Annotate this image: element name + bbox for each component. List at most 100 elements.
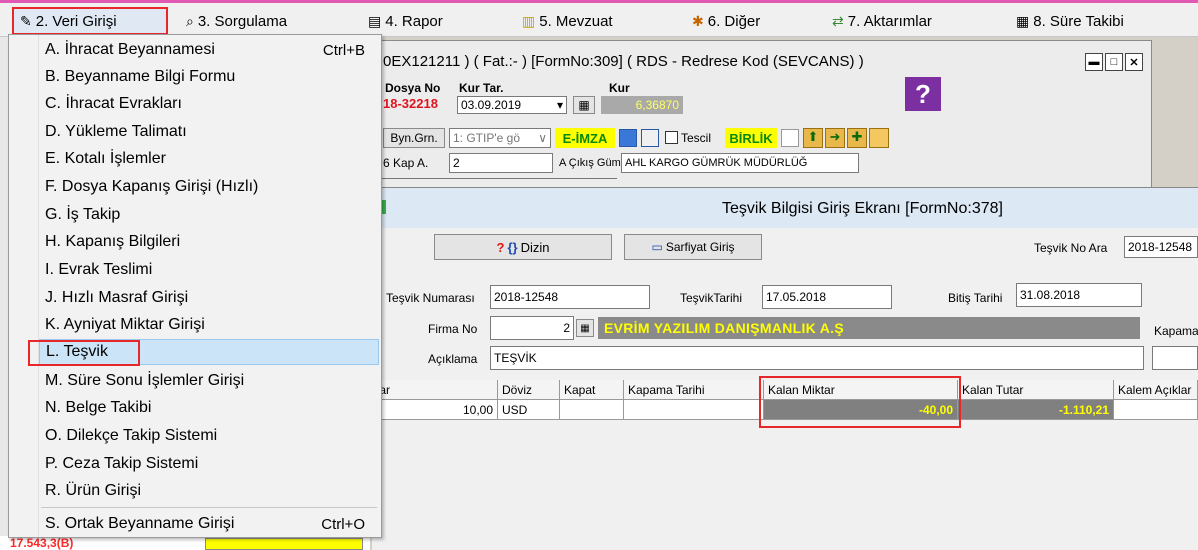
window-controls: ▬ □ ✕: [1085, 53, 1143, 71]
menu-item-ceza-takip-sistemi[interactable]: P. Ceza Takip Sistemi: [39, 451, 379, 477]
menu-item-dosya-kapanis-girisi[interactable]: F. Dosya Kapanış Girişi (Hızlı): [39, 174, 379, 200]
table-cell-kalem-aciklama[interactable]: [1114, 400, 1198, 420]
menu-veri-girisi[interactable]: ✎ 2. Veri Girişi: [12, 7, 168, 35]
column-header[interactable]: Kapama Tarihi: [624, 380, 764, 400]
transfer-icon: ⇄: [832, 12, 844, 29]
column-header[interactable]: Kalan Tutar: [958, 380, 1114, 400]
folder-share-icon[interactable]: ✚: [847, 128, 867, 148]
byn-grn-button[interactable]: Byn.Grn.: [383, 128, 445, 148]
tesvik-numarasi-field[interactable]: 2018-12548: [490, 285, 650, 309]
menu-item-ihracat-beyannamesi[interactable]: A. İhracat Beyannamesi Ctrl+B: [39, 37, 379, 63]
column-header[interactable]: Kapat: [560, 380, 624, 400]
menu-mevzuat[interactable]: ▥ 5. Mevzuat: [522, 7, 613, 35]
menu-rapor[interactable]: ▤ 4. Rapor: [368, 7, 443, 35]
kapama-field[interactable]: [1152, 346, 1198, 370]
menu-diger[interactable]: ✱ 6. Diğer: [692, 7, 760, 35]
table-cell-kalan-tutar[interactable]: -1.110,21: [958, 400, 1114, 420]
bitis-tarihi-field[interactable]: 31.08.2018: [1016, 283, 1142, 307]
tesvik-tarihi-label: TeşvikTarihi: [680, 291, 743, 305]
bitis-tarihi-value: 31.08.2018: [1020, 288, 1081, 302]
menu-item-ayniyat-miktar-girisi[interactable]: K. Ayniyat Miktar Girişi: [39, 312, 379, 338]
menu-item-kotali-islemler[interactable]: E. Kotalı İşlemler: [39, 146, 379, 172]
folder-open-icon[interactable]: [869, 128, 889, 148]
table-cell-kapat[interactable]: [560, 400, 624, 420]
tesvik-window-title: Teşvik Bilgisi Giriş Ekranı [FormNo:378]: [722, 200, 1003, 217]
menu-label: 8. Süre Takibi: [1033, 12, 1124, 30]
document-search-icon[interactable]: [641, 129, 659, 147]
folder-up-icon[interactable]: ⬆: [803, 128, 823, 148]
bitis-tarihi-label: Bitiş Tarihi: [948, 291, 1003, 305]
table-cell-doviz[interactable]: USD: [498, 400, 560, 420]
column-header[interactable]: tar: [372, 380, 498, 400]
tescil-checkbox[interactable]: [665, 131, 678, 144]
books-icon: ▥: [522, 12, 536, 29]
calculator-icon[interactable]: ▦: [576, 319, 594, 337]
kur-tar-label: Kur Tar.: [459, 81, 504, 95]
column-header[interactable]: Kalem Açıklar: [1114, 380, 1198, 400]
menu-item-sure-sonu-islemler[interactable]: M. Süre Sonu İşlemler Girişi: [39, 368, 379, 394]
menu-item-belge-takibi[interactable]: N. Belge Takibi: [39, 395, 379, 421]
menu-sure-takibi[interactable]: ▦ 8. Süre Takibi: [1016, 7, 1124, 35]
folder-right-icon[interactable]: ➜: [825, 128, 845, 148]
e-imza-badge[interactable]: E-İMZA: [555, 128, 615, 148]
calculator-icon[interactable]: ▦: [573, 96, 595, 114]
menu-label: 6. Diğer: [707, 12, 761, 30]
menu-item-ortak-beyanname-girisi[interactable]: S. Ortak Beyanname Girişi Ctrl+O: [39, 511, 379, 537]
cikis-gumruk-field[interactable]: AHL KARGO GÜMRÜK MÜDÜRLÜĞ: [621, 153, 859, 173]
firma-no-label: Firma No: [428, 322, 478, 336]
sarfiyat-giris-button[interactable]: ▭ Sarfiyat Giriş: [624, 234, 762, 260]
menu-item-label: G. İş Takip: [45, 206, 121, 223]
menu-sorgulama[interactable]: ⌕ 3. Sorgulama: [186, 7, 287, 35]
menu-item-is-takip[interactable]: G. İş Takip: [39, 202, 379, 228]
tesvik-no-ara-label: Teşvik No Ara: [1034, 241, 1108, 255]
yellow-field: [205, 538, 363, 550]
aciklama-value: TEŞVİK: [494, 351, 537, 365]
menu-item-label: F. Dosya Kapanış Girişi (Hızlı): [45, 178, 259, 195]
menu-aktarimlar[interactable]: ⇄ 7. Aktarımlar: [832, 7, 932, 35]
dizin-button[interactable]: ? {} Dizin: [434, 234, 612, 260]
tesvik-no-ara-field[interactable]: 2018-12548: [1124, 236, 1198, 258]
column-header[interactable]: Döviz: [498, 380, 560, 400]
table-cell-tutar[interactable]: 10,00: [372, 400, 498, 420]
kur-tarihi-field[interactable]: 03.09.2019 ▾: [457, 96, 567, 114]
kap-a-field[interactable]: 2: [449, 153, 553, 173]
menu-item-label: A. İhracat Beyannamesi: [45, 41, 215, 58]
tesvik-numarasi-value: 2018-12548: [494, 290, 559, 304]
window-title: 0EX121211 ) ( Fat.:- ) [FormNo:309] ( RD…: [383, 53, 864, 70]
table-cell-kapama-tarihi[interactable]: [624, 400, 764, 420]
menu-bar: ✎ 2. Veri Girişi ⌕ 3. Sorgulama ▤ 4. Rap…: [0, 0, 1198, 37]
close-icon[interactable]: ✕: [1125, 53, 1143, 71]
minimize-icon[interactable]: ▬: [1085, 53, 1103, 71]
gtip-select[interactable]: 1: GTIP'e gö ∨: [449, 128, 551, 148]
birlik-badge[interactable]: BİRLİK: [725, 128, 777, 148]
menu-label: 5. Mevzuat: [539, 12, 613, 30]
menu-item-beyanname-bilgi-formu[interactable]: B. Beyanname Bilgi Formu: [39, 64, 379, 90]
aciklama-field[interactable]: TEŞVİK: [490, 346, 1144, 370]
blank-checkbox[interactable]: [781, 129, 799, 147]
gtip-select-value: 1: GTIP'e gö: [453, 131, 520, 145]
menu-item-dilekce-takip-sistemi[interactable]: O. Dilekçe Takip Sistemi: [39, 423, 379, 449]
menu-item-shortcut: Ctrl+O: [321, 515, 365, 533]
dosya-no-label: Dosya No: [385, 81, 441, 95]
menu-item-label: M. Süre Sonu İşlemler Girişi: [45, 372, 245, 389]
veri-girisi-dropdown: A. İhracat Beyannamesi Ctrl+B B. Beyannam…: [8, 34, 382, 538]
menu-label: 4. Rapor: [385, 12, 443, 30]
menu-item-ihracat-evraklari[interactable]: C. İhracat Evrakları: [39, 91, 379, 117]
menu-label: 2. Veri Girişi: [35, 12, 117, 30]
menu-item-label: B. Beyanname Bilgi Formu: [45, 68, 236, 85]
menu-label: 7. Aktarımlar: [847, 12, 932, 30]
firma-no-field[interactable]: 2: [490, 316, 574, 340]
menu-item-yukleme-talimati[interactable]: D. Yükleme Talimatı: [39, 119, 379, 145]
database-icon[interactable]: [619, 129, 637, 147]
dosya-no-value: 18-32218: [383, 96, 438, 111]
menu-item-label: D. Yükleme Talimatı: [45, 123, 187, 140]
menu-item-hizli-masraf-girisi[interactable]: J. Hızlı Masraf Girişi: [39, 285, 379, 311]
menu-item-urun-girisi[interactable]: R. Ürün Girişi: [39, 478, 379, 504]
kap-a-value: 2: [453, 156, 460, 170]
tesvik-tarihi-field[interactable]: 17.05.2018: [762, 285, 892, 309]
kur-label: Kur: [609, 81, 630, 95]
menu-item-evrak-teslimi[interactable]: I. Evrak Teslimi: [39, 257, 379, 283]
help-icon[interactable]: ?: [905, 77, 941, 111]
menu-item-kapanis-bilgileri[interactable]: H. Kapanış Bilgileri: [39, 229, 379, 255]
maximize-icon[interactable]: □: [1105, 53, 1123, 71]
